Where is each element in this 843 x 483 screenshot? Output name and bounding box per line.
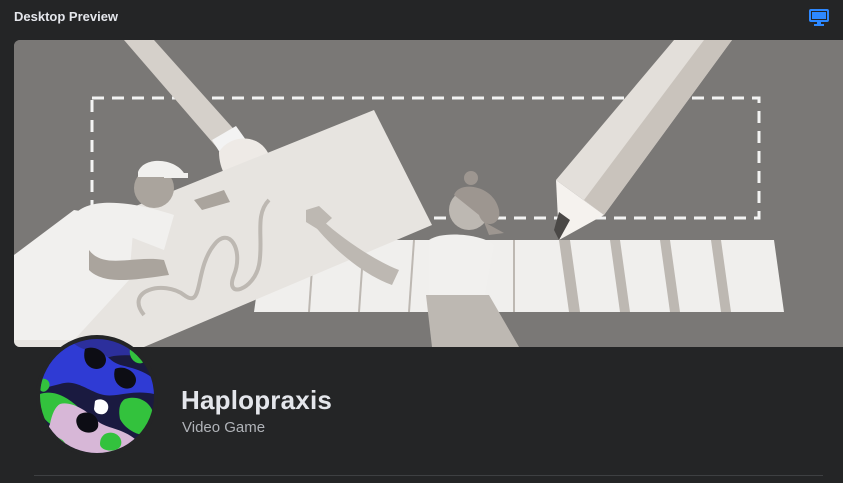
desktop-monitor-icon[interactable] — [809, 9, 829, 27]
divider — [34, 475, 823, 476]
preview-title: Desktop Preview — [14, 9, 119, 24]
page-name: Haplopraxis — [181, 385, 333, 415]
desktop-preview-panel: Desktop Preview Haplopraxis Video Game — [0, 0, 843, 483]
cover-photo[interactable] — [14, 40, 843, 347]
profile-avatar[interactable] — [36, 335, 158, 457]
preview-header: Desktop Preview — [0, 0, 843, 34]
page-category: Video Game — [182, 419, 266, 436]
